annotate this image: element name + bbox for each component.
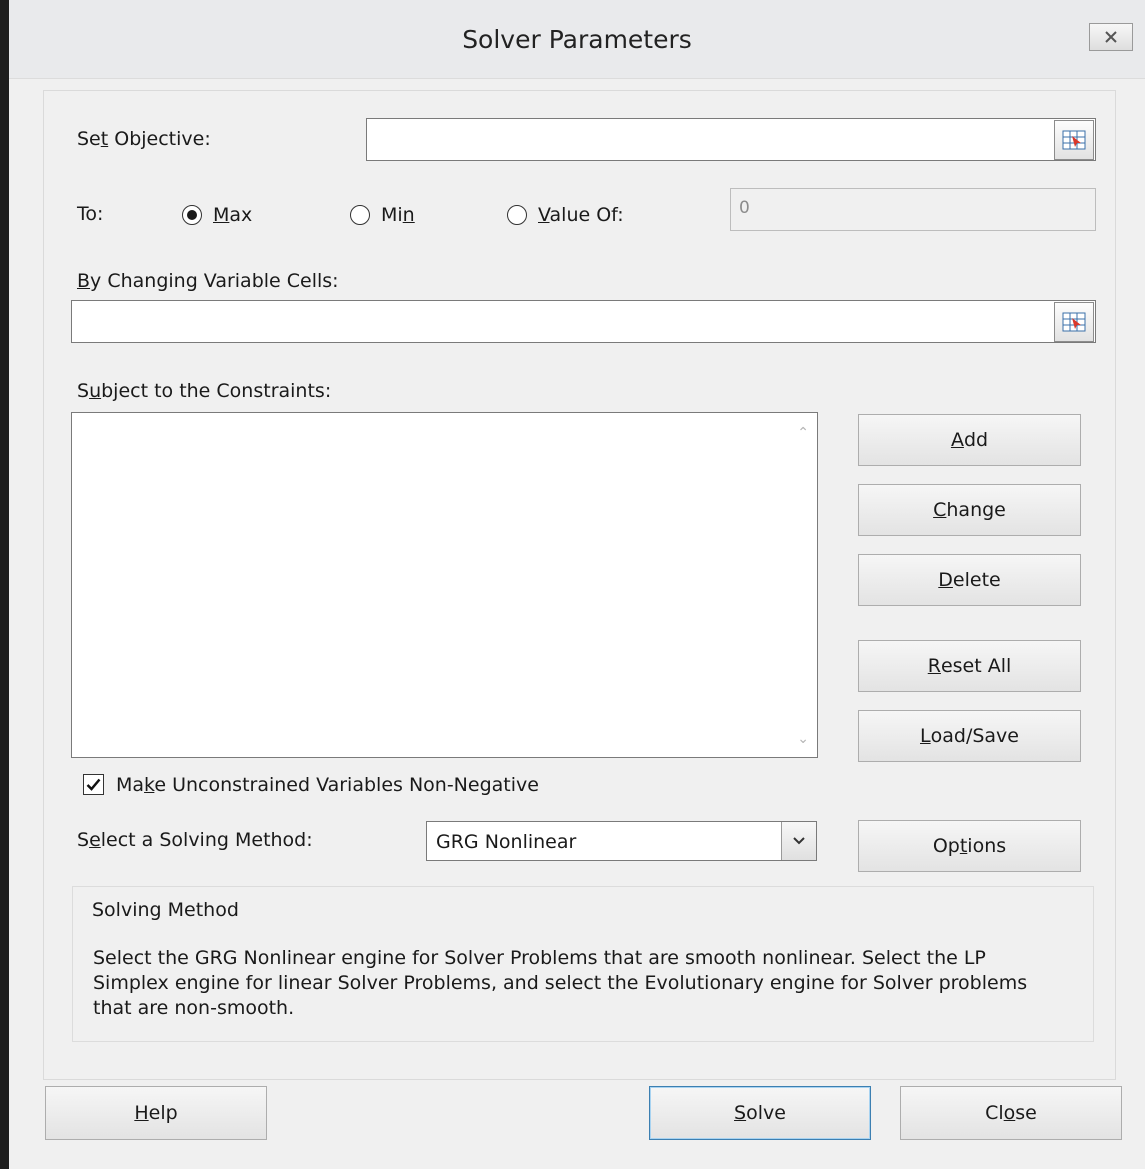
max-radio[interactable] [182,205,202,225]
changing-cells-input[interactable] [71,300,1096,343]
checkmark-icon [86,778,101,791]
chevron-down-icon [793,837,805,845]
help-button[interactable]: Help [45,1086,267,1140]
title-bar: Solver Parameters [9,0,1145,79]
reset-all-button[interactable]: Reset All [858,640,1081,692]
solving-method-heading: Solving Method [92,899,239,921]
close-button[interactable]: Cl o se [900,1086,1122,1140]
value-of-label: Value Of: [538,204,624,226]
constraints-listbox[interactable]: ⌃ ⌄ [71,412,818,758]
value-of-input[interactable]: 0 [730,188,1096,231]
changing-cells-range-button[interactable] [1054,302,1094,342]
objective-range-button[interactable] [1054,120,1094,160]
solving-method-value: GRG Nonlinear [436,831,577,853]
scroll-down-icon[interactable]: ⌄ [797,731,809,747]
set-objective-label: Set Objective: [77,128,211,150]
options-button[interactable]: Op t ions [858,820,1081,872]
non-negative-checkbox[interactable] [83,774,104,795]
dialog-title: Solver Parameters [462,25,692,54]
change-button[interactable]: Change [858,484,1081,536]
solving-method-description: Select the GRG Nonlinear engine for Solv… [93,947,1028,1019]
solving-method-label: Select a Solving Method: [77,829,313,851]
value-of-radio[interactable] [507,205,527,225]
range-selector-icon [1062,130,1086,150]
delete-button[interactable]: Delete [858,554,1081,606]
to-label: To: [77,203,104,225]
scroll-up-icon[interactable]: ⌃ [797,425,809,441]
constraints-label: Subject to the Constraints: [77,380,332,402]
solving-method-select[interactable]: GRG Nonlinear [426,821,817,861]
solve-button[interactable]: Solve [649,1086,871,1140]
window-left-edge [0,0,9,1169]
max-label: Max [213,204,253,226]
range-selector-icon [1062,312,1086,332]
solving-method-info: Solving Method Select the GRG Nonlinear … [72,886,1094,1042]
dropdown-arrow[interactable] [781,822,816,860]
close-window-button[interactable] [1089,23,1133,51]
min-radio[interactable] [350,205,370,225]
add-button[interactable]: Add [858,414,1081,466]
changing-cells-label: By Changing Variable Cells: [77,270,339,292]
non-negative-label: Make Unconstrained Variables Non-Negativ… [116,774,539,796]
min-label: Min [381,204,415,226]
close-icon [1105,31,1117,43]
set-objective-input[interactable] [366,118,1096,161]
load-save-button[interactable]: Load/Save [858,710,1081,762]
